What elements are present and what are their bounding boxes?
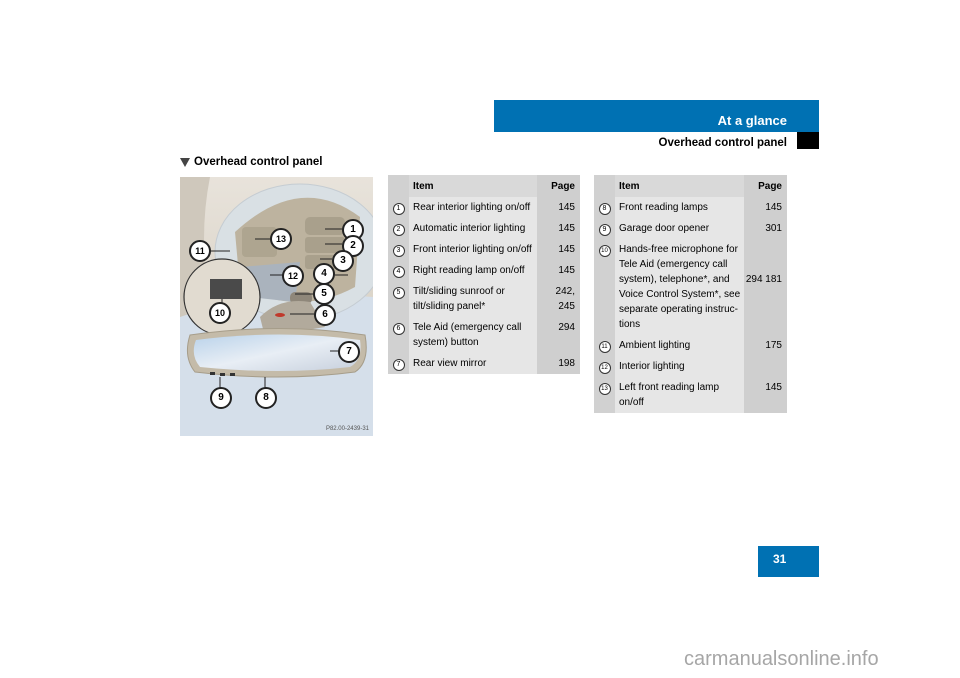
item-label: Interior lighting xyxy=(619,361,685,372)
callout-3: 3 xyxy=(332,250,354,272)
item-label: Tele Aid (emergency call system) button xyxy=(413,322,522,348)
table-row: 1 Rear interior lighting on/off 145 xyxy=(388,197,580,218)
rear-view-mirror-glass xyxy=(193,334,361,371)
chapter-header-bar: At a glance xyxy=(494,100,819,132)
item-page: 242, 245 xyxy=(537,281,580,317)
item-number: 11 xyxy=(598,341,611,353)
callout-10: 10 xyxy=(209,302,231,324)
item-page xyxy=(744,356,787,377)
item-page: 145 xyxy=(537,260,580,281)
item-number: 8 xyxy=(598,203,611,215)
button-1 xyxy=(305,217,345,235)
callout-12: 12 xyxy=(282,265,304,287)
watermark: carmanualsonline.info xyxy=(684,648,879,670)
table-row: 12 Interior lighting xyxy=(594,356,787,377)
item-number: 12 xyxy=(598,362,611,374)
table-row: 7 Rear view mirror 198 xyxy=(388,353,580,374)
item-number: 7 xyxy=(392,359,405,371)
item-page: 145 xyxy=(537,218,580,239)
section-header-title: Overhead control panel xyxy=(658,137,787,149)
item-number: 10 xyxy=(598,245,611,257)
header-num xyxy=(594,175,615,197)
item-page: 145 xyxy=(744,377,787,413)
table-row: 9 Garage door opener 301 xyxy=(594,218,787,239)
table-row: 3 Front interior lighting on/off 145 xyxy=(388,239,580,260)
item-number: 3 xyxy=(392,245,405,257)
item-page: 145 xyxy=(537,239,580,260)
item-label: Right reading lamp on/off xyxy=(413,265,525,276)
item-page: 294 181 xyxy=(744,239,787,335)
section-marker xyxy=(797,132,819,149)
item-number: 2 xyxy=(392,224,405,236)
table-row: 5 Tilt/sliding sunroof or tilt/sliding p… xyxy=(388,281,580,317)
microphone-grille xyxy=(210,279,242,299)
item-number: 5 xyxy=(392,287,405,299)
garage-button-3 xyxy=(230,373,235,376)
page-number: 31 xyxy=(773,552,787,566)
item-page: 145 xyxy=(744,197,787,218)
item-page: 294 xyxy=(537,317,580,353)
item-number: 9 xyxy=(598,224,611,236)
callout-7: 7 xyxy=(338,341,360,363)
item-page: 145 xyxy=(537,197,580,218)
table-row: 10 Hands-free microphone for Tele Aid (e… xyxy=(594,239,787,335)
table-header-row: Item Page xyxy=(594,175,787,197)
item-number: 13 xyxy=(598,383,611,395)
garage-button-2 xyxy=(220,373,225,376)
table-row: 8 Front reading lamps 145 xyxy=(594,197,787,218)
illustration-code: P82.00-2439-31 xyxy=(325,426,369,432)
garage-button-1 xyxy=(210,372,215,375)
item-label: Garage door opener xyxy=(619,223,710,234)
item-label: Hands-free microphone for Tele Aid (emer… xyxy=(619,244,741,330)
chapter-title: At a glance xyxy=(717,113,787,128)
table-header-row: Item Page xyxy=(388,175,580,197)
item-page: 175 xyxy=(744,335,787,356)
table-row: 2 Automatic interior lighting 145 xyxy=(388,218,580,239)
header-item: Item xyxy=(615,175,744,197)
item-label: Rear interior lighting on/off xyxy=(413,202,531,213)
table-row: 13 Left front reading lamp on/off 145 xyxy=(594,377,787,413)
section-header: Overhead control panel xyxy=(494,132,819,152)
item-label: Front interior lighting on/off xyxy=(413,244,532,255)
section-title: Overhead control panel xyxy=(180,156,322,168)
tele-aid-button xyxy=(275,313,285,317)
callout-5: 5 xyxy=(313,283,335,305)
items-table-left: Item Page 1 Rear interior lighting on/of… xyxy=(388,175,580,374)
callout-6: 6 xyxy=(314,304,336,326)
item-number: 1 xyxy=(392,203,405,215)
table-row: 11 Ambient lighting 175 xyxy=(594,335,787,356)
item-number: 4 xyxy=(392,266,405,278)
callout-9: 9 xyxy=(210,387,232,409)
header-item: Item xyxy=(409,175,537,197)
item-label: Tilt/sliding sunroof or tilt/sliding pan… xyxy=(413,286,505,312)
item-label: Rear view mirror xyxy=(413,358,487,369)
table-row: 6 Tele Aid (emergency call system) butto… xyxy=(388,317,580,353)
item-page: 301 xyxy=(744,218,787,239)
callout-4: 4 xyxy=(313,263,335,285)
callout-13: 13 xyxy=(270,228,292,250)
triangle-bullet-icon xyxy=(180,157,190,167)
page-number-box: 31 xyxy=(758,546,819,577)
item-label: Automatic interior lighting xyxy=(413,223,526,234)
header-page: Page xyxy=(537,175,580,197)
overhead-panel-illustration: 1 2 3 4 5 6 7 8 9 10 11 12 13 P82.00-243… xyxy=(180,177,373,436)
item-number: 6 xyxy=(392,323,405,335)
item-page: 198 xyxy=(537,353,580,374)
section-title-text: Overhead control panel xyxy=(194,156,323,168)
callout-11: 11 xyxy=(189,240,211,262)
header-page: Page xyxy=(744,175,787,197)
item-label: Left front reading lamp on/off xyxy=(619,382,720,408)
item-label: Front reading lamps xyxy=(619,202,708,213)
items-table-right: Item Page 8 Front reading lamps 145 9 Ga… xyxy=(594,175,787,413)
table-row: 4 Right reading lamp on/off 145 xyxy=(388,260,580,281)
header-num xyxy=(388,175,409,197)
callout-8: 8 xyxy=(255,387,277,409)
item-label: Ambient lighting xyxy=(619,340,691,351)
